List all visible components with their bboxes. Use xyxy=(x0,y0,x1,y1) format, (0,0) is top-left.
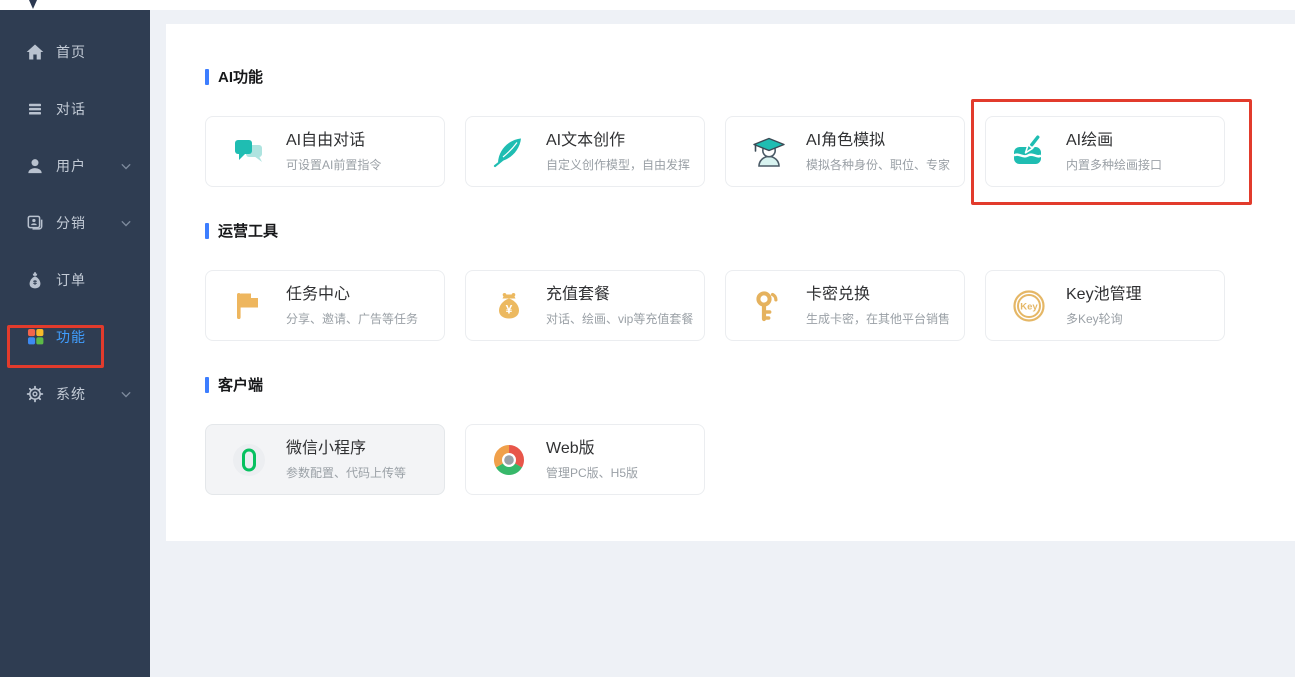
chevron-down-icon xyxy=(120,215,132,231)
sidebar-item-distribution[interactable]: 分销 xyxy=(0,194,150,251)
sidebar-item-label: 首页 xyxy=(56,42,86,62)
user-icon xyxy=(24,155,46,177)
section-header: 运营工具 xyxy=(205,220,1271,241)
card-key-pool[interactable]: Key Key池管理 多Key轮询 xyxy=(985,270,1225,341)
sidebar-item-features[interactable]: 功能 xyxy=(0,308,150,365)
card-title: AI自由对话 xyxy=(286,131,381,151)
card-ai-role-play[interactable]: AI角色模拟 模拟各种身份、职位、专家 xyxy=(725,116,965,187)
main-panel: AI功能 AI自由对话 xyxy=(166,24,1295,541)
card-text: 微信小程序 参数配置、代码上传等 xyxy=(286,439,406,481)
sidebar-item-orders[interactable]: 订单 xyxy=(0,251,150,308)
card-subtitle: 参数配置、代码上传等 xyxy=(286,464,406,481)
chat-bubbles-icon xyxy=(231,134,267,170)
card-subtitle: 自定义创作模型，自由发挥 xyxy=(546,156,690,173)
card-ai-draw[interactable]: AI绘画 内置多种绘画接口 xyxy=(985,116,1225,187)
card-task-center[interactable]: 任务中心 分享、邀请、广告等任务 xyxy=(205,270,445,341)
features-grid-icon xyxy=(24,326,46,348)
wechat-mini-icon xyxy=(231,442,267,478)
card-ai-text-creation[interactable]: AI文本创作 自定义创作模型，自由发挥 xyxy=(465,116,705,187)
sidebar-item-system[interactable]: 系统 xyxy=(0,365,150,422)
sidebar-item-label: 分销 xyxy=(56,213,86,233)
card-text: 卡密兑换 生成卡密，在其他平台销售 xyxy=(806,285,950,327)
section-accent-bar xyxy=(205,69,209,85)
chevron-down-icon xyxy=(120,386,132,402)
graduate-icon xyxy=(751,134,787,170)
flag-icon xyxy=(231,288,267,324)
sidebar-item-label: 订单 xyxy=(56,270,86,290)
section-title: 客户端 xyxy=(218,374,263,395)
card-row: AI自由对话 可设置AI前置指令 AI文本创作 自定义创作模型，自由发挥 xyxy=(205,116,1271,187)
section-accent-bar xyxy=(205,223,209,239)
sidebar-item-label: 用户 xyxy=(56,156,86,176)
home-icon xyxy=(24,41,46,63)
card-subtitle: 内置多种绘画接口 xyxy=(1066,156,1162,173)
card-title: 充值套餐 xyxy=(546,285,693,305)
card-subtitle: 模拟各种身份、职位、专家 xyxy=(806,156,950,173)
card-subtitle: 分享、邀请、广告等任务 xyxy=(286,310,418,327)
sidebar-item-label: 对话 xyxy=(56,99,86,119)
moneybag-icon: ¥ xyxy=(491,288,527,324)
section-ai-features: AI功能 AI自由对话 xyxy=(205,66,1271,187)
sidebar-item-label: 系统 xyxy=(56,384,86,404)
chat-menu-icon xyxy=(24,98,46,120)
card-text: 充值套餐 对话、绘画、vip等充值套餐 xyxy=(546,285,693,327)
section-title: AI功能 xyxy=(218,66,263,87)
distribution-icon xyxy=(24,212,46,234)
card-text: Web版 管理PC版、H5版 xyxy=(546,439,638,481)
chevron-down-icon xyxy=(120,158,132,174)
section-title: 运营工具 xyxy=(218,220,278,241)
card-subtitle: 可设置AI前置指令 xyxy=(286,156,381,173)
card-wechat-miniprogram[interactable]: 微信小程序 参数配置、代码上传等 xyxy=(205,424,445,495)
feather-icon xyxy=(491,134,527,170)
card-text: Key池管理 多Key轮询 xyxy=(1066,285,1142,327)
sidebar-item-chat[interactable]: 对话 xyxy=(0,80,150,137)
card-recharge-packages[interactable]: ¥ 充值套餐 对话、绘画、vip等充值套餐 xyxy=(465,270,705,341)
card-card-key-redeem[interactable]: 卡密兑换 生成卡密，在其他平台销售 xyxy=(725,270,965,341)
svg-text:¥: ¥ xyxy=(506,302,513,316)
card-text: AI文本创作 自定义创作模型，自由发挥 xyxy=(546,131,690,173)
sidebar-item-home[interactable]: 首页 xyxy=(0,23,150,80)
card-ai-free-chat[interactable]: AI自由对话 可设置AI前置指令 xyxy=(205,116,445,187)
card-title: 任务中心 xyxy=(286,285,418,305)
card-text: AI角色模拟 模拟各种身份、职位、专家 xyxy=(806,131,950,173)
sidebar-item-label: 功能 xyxy=(56,327,86,347)
keypool-icon: Key xyxy=(1011,288,1047,324)
card-web-version[interactable]: Web版 管理PC版、H5版 xyxy=(465,424,705,495)
card-subtitle: 对话、绘画、vip等充值套餐 xyxy=(546,310,693,327)
paint-icon xyxy=(1011,134,1047,170)
sidebar-item-users[interactable]: 用户 xyxy=(0,137,150,194)
card-text: AI绘画 内置多种绘画接口 xyxy=(1066,131,1162,173)
card-title: 微信小程序 xyxy=(286,439,406,459)
sidebar: 首页 对话 用户 xyxy=(0,10,150,677)
card-row: 任务中心 分享、邀请、广告等任务 ¥ 充值套餐 对话、绘画、vip xyxy=(205,270,1271,341)
card-text: 任务中心 分享、邀请、广告等任务 xyxy=(286,285,418,327)
key-icon xyxy=(751,288,787,324)
card-title: AI角色模拟 xyxy=(806,131,950,151)
keypool-icon-text: Key xyxy=(1020,301,1038,312)
card-title: Web版 xyxy=(546,439,638,459)
orders-moneybag-icon xyxy=(24,269,46,291)
card-subtitle: 多Key轮询 xyxy=(1066,310,1142,327)
card-subtitle: 生成卡密，在其他平台销售 xyxy=(806,310,950,327)
section-operation-tools: 运营工具 任务中心 分享、邀请、广告等任务 xyxy=(205,220,1271,341)
card-title: Key池管理 xyxy=(1066,285,1142,305)
card-text: AI自由对话 可设置AI前置指令 xyxy=(286,131,381,173)
card-subtitle: 管理PC版、H5版 xyxy=(546,464,638,481)
section-accent-bar xyxy=(205,377,209,393)
section-clients: 客户端 微信小程序 参数配置、代码上传等 xyxy=(205,374,1271,495)
card-title: AI绘画 xyxy=(1066,131,1162,151)
section-header: AI功能 xyxy=(205,66,1271,87)
card-title: AI文本创作 xyxy=(546,131,690,151)
card-row: 微信小程序 参数配置、代码上传等 xyxy=(205,424,1271,495)
card-title: 卡密兑换 xyxy=(806,285,950,305)
gear-icon xyxy=(24,383,46,405)
chrome-icon xyxy=(491,442,527,478)
section-header: 客户端 xyxy=(205,374,1271,395)
mouse-cursor-artifact xyxy=(27,0,39,9)
